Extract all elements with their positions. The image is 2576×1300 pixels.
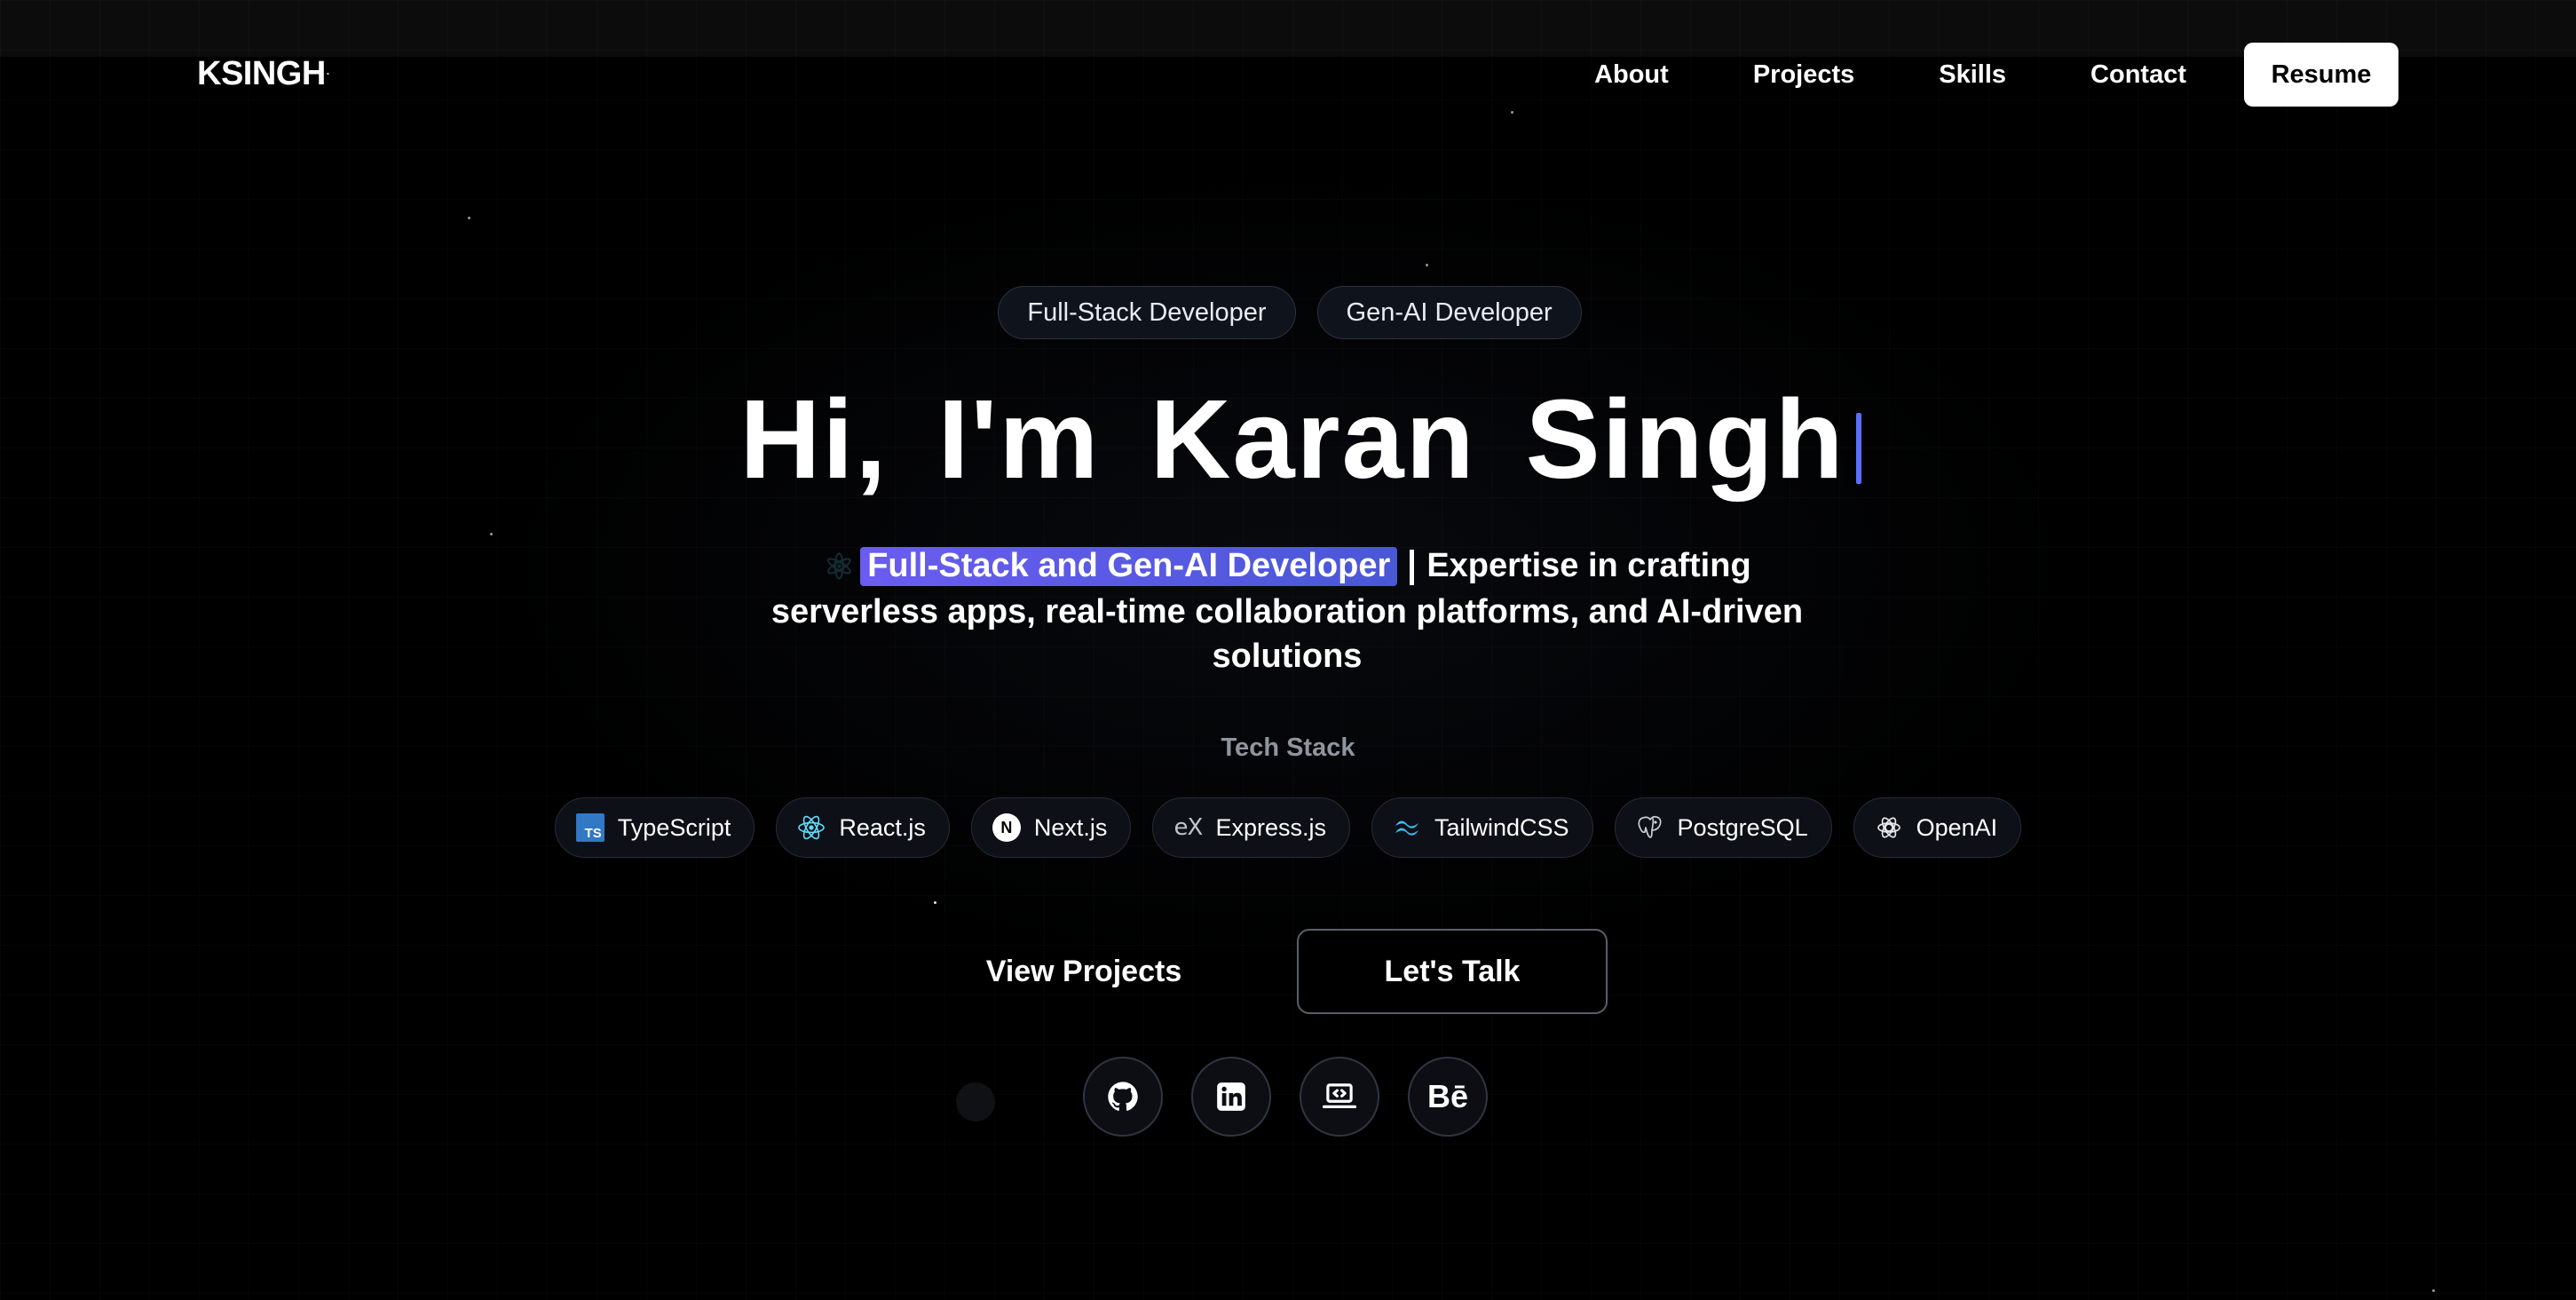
resume-button[interactable]: Resume <box>2244 43 2398 107</box>
react-icon <box>796 812 826 843</box>
badge-gen-ai: Gen-AI Developer <box>1316 286 1582 339</box>
github-icon[interactable] <box>1083 1057 1163 1137</box>
hero-word: Hi, <box>739 377 889 502</box>
openai-icon <box>1874 812 1904 843</box>
tech-name: TypeScript <box>617 813 731 841</box>
postgresql-icon <box>1635 812 1665 843</box>
star-decoration <box>1511 111 1513 114</box>
tailwind-icon <box>1392 812 1422 843</box>
main-nav: About Projects Skills Contact Resume <box>1594 43 2398 107</box>
tech-name: Next.js <box>1033 813 1108 841</box>
tech-name: React.js <box>839 813 926 841</box>
tech-stack-label: Tech Stack <box>1221 733 1355 762</box>
view-projects-button[interactable]: View Projects <box>968 929 1199 1014</box>
tech-pill-tailwind: TailwindCSS <box>1371 797 1593 858</box>
badge-full-stack: Full-Stack Developer <box>998 286 1296 339</box>
cta-buttons: View Projects Let's Talk <box>0 929 2576 1014</box>
tech-pill-postgresql: PostgreSQL <box>1614 797 1832 858</box>
nav-link-contact[interactable]: Contact <box>2090 44 2186 106</box>
tech-name: OpenAI <box>1916 813 1998 841</box>
nav-link-skills[interactable]: Skills <box>1939 44 2006 106</box>
tech-pill-openai: OpenAI <box>1853 797 2022 858</box>
tech-pill-nextjs: N Next.js <box>970 797 1132 858</box>
logo-text: KSINGH <box>197 55 326 92</box>
tech-pill-typescript: TS TypeScript <box>554 797 755 858</box>
behance-icon[interactable]: Bē <box>1408 1057 1488 1137</box>
lets-talk-button[interactable]: Let's Talk <box>1297 929 1608 1014</box>
typing-cursor <box>1855 412 1861 484</box>
star-decoration <box>490 533 493 535</box>
tech-name: TailwindCSS <box>1434 813 1569 841</box>
star-decoration <box>1426 264 1428 266</box>
tech-name: Express.js <box>1215 813 1326 841</box>
portfolio-laptop-icon[interactable] <box>1300 1057 1379 1137</box>
social-links: Bē <box>0 1057 2573 1137</box>
hero-subtitle: ⚛ Full-Stack and Gen-AI Developer Expertis… <box>763 543 1811 678</box>
star-decoration <box>2432 1289 2435 1292</box>
hero-word: I'm <box>937 377 1101 502</box>
site-logo[interactable]: KSINGH· <box>197 55 330 92</box>
hero-word: Karan <box>1150 377 1476 502</box>
star-decoration <box>468 217 470 219</box>
subtitle-highlight: Full-Stack and Gen-AI Developer <box>860 547 1398 586</box>
react-atom-decoration-icon: ⚛ <box>823 547 856 587</box>
tech-pill-express: eX Express.js <box>1152 797 1350 858</box>
express-icon: eX <box>1173 814 1204 841</box>
tech-pill-react: React.js <box>776 797 950 858</box>
nextjs-icon: N <box>992 812 1022 843</box>
hero-title: Hi, I'm Karan Singh <box>0 373 2576 506</box>
logo-mark: · <box>326 67 330 80</box>
tech-name: PostgreSQL <box>1677 813 1808 841</box>
nav-link-projects[interactable]: Projects <box>1753 44 1854 106</box>
role-badges: Full-Stack Developer Gen-AI Developer <box>2 286 2576 339</box>
nav-link-about[interactable]: About <box>1594 44 1669 106</box>
tech-stack-list: TS TypeScript React.js N Next.js eX Expr… <box>0 797 2576 858</box>
typescript-icon: TS <box>575 812 605 843</box>
linkedin-icon[interactable] <box>1191 1057 1271 1137</box>
hero-word: Singh <box>1525 377 1845 502</box>
typing-bar <box>1410 549 1415 585</box>
star-decoration <box>934 901 936 904</box>
